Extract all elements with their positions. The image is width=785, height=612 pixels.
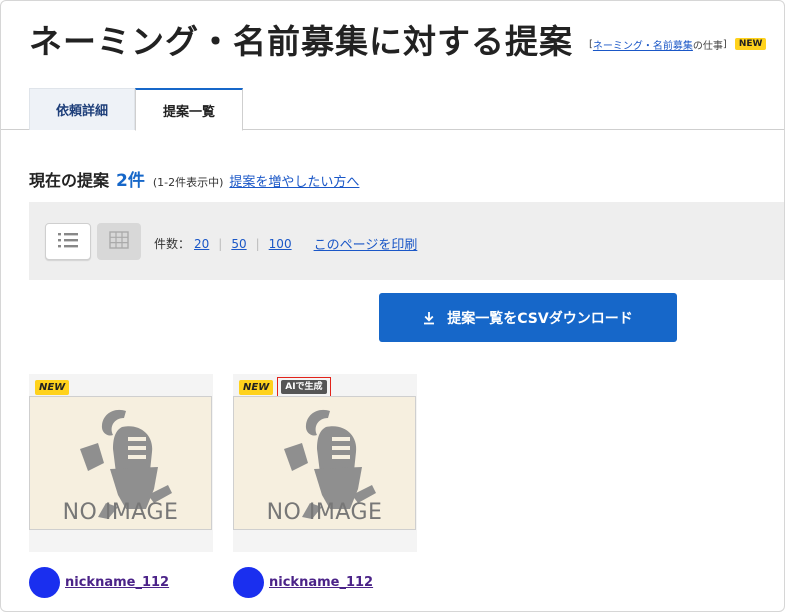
list-toolbar: 件数： 20 | 50 | 100 このページを印刷 [29,202,784,280]
no-image-label: NO IMAGE [266,500,383,525]
tab-request-details[interactable]: 依頼詳細 [29,88,135,130]
increase-proposals-link[interactable]: 提案を増やしたい方へ [229,171,359,190]
avatar [233,567,264,598]
proposal-range: (1-2件表示中) [152,176,224,189]
per-page-50[interactable]: 50 [231,237,246,251]
card-tags: NEW AIで生成 [239,377,331,397]
proposer-user[interactable]: nickname_112 [233,567,373,598]
title-row: ネーミング・名前募集に対する提案 [ ネーミング・名前募集 の仕事 ] NEW [29,22,767,61]
csv-download-button[interactable]: 提案一覧をCSVダウンロード [379,293,677,342]
proposal-count-label: 現在の提案 [29,171,110,190]
csv-download-label: 提案一覧をCSVダウンロード [447,310,633,327]
grid-view-button[interactable] [97,223,141,260]
category-link[interactable]: ネーミング・名前募集 [593,37,693,52]
download-icon [423,311,435,325]
tab-bar: 依頼詳細 提案一覧 [1,88,784,131]
divider: | [255,236,260,251]
tab-proposal-list[interactable]: 提案一覧 [135,88,243,131]
proposal-count: 2件 [116,171,145,191]
bracket-close: ] [722,38,727,50]
page-title: ネーミング・名前募集に対する提案 [29,22,573,61]
ai-generated-tag: AIで生成 [281,380,327,394]
category-meta: [ ネーミング・名前募集 の仕事 ] NEW [589,37,767,52]
category-suffix: の仕事 [692,40,723,52]
proposer-user[interactable]: nickname_112 [29,567,169,598]
grid-icon [109,230,129,253]
per-page-label: 件数： [154,237,191,251]
per-page-20[interactable]: 20 [194,237,209,251]
user-nickname[interactable]: nickname_112 [65,575,169,590]
new-badge: NEW [734,38,767,51]
list-icon [57,231,79,253]
page-frame: ネーミング・名前募集に対する提案 [ ネーミング・名前募集 の仕事 ] NEW … [0,0,785,612]
proposal-count-row: 現在の提案 2件 (1-2件表示中) 提案を増やしたい方へ [29,166,359,191]
new-tag: NEW [35,379,70,395]
proposal-thumbnail[interactable]: NO IMAGE [233,396,416,530]
divider: | [218,236,223,251]
per-page-100[interactable]: 100 [269,237,292,251]
new-tag: NEW [239,379,274,395]
proposal-card: NEW NO IMAGE [29,374,213,552]
ai-tag-highlight: AIで生成 [277,377,331,397]
proposal-card: NEW AIで生成 NO IMAGE [233,374,417,552]
per-page-selector: 件数： 20 | 50 | 100 このページを印刷 [154,234,418,254]
list-view-button[interactable] [45,223,91,260]
user-nickname[interactable]: nickname_112 [269,575,373,590]
card-tags: NEW [35,378,70,396]
no-image-label: NO IMAGE [62,500,179,525]
print-page-link[interactable]: このページを印刷 [314,234,418,253]
proposal-thumbnail[interactable]: NO IMAGE [29,396,212,530]
avatar [29,567,60,598]
